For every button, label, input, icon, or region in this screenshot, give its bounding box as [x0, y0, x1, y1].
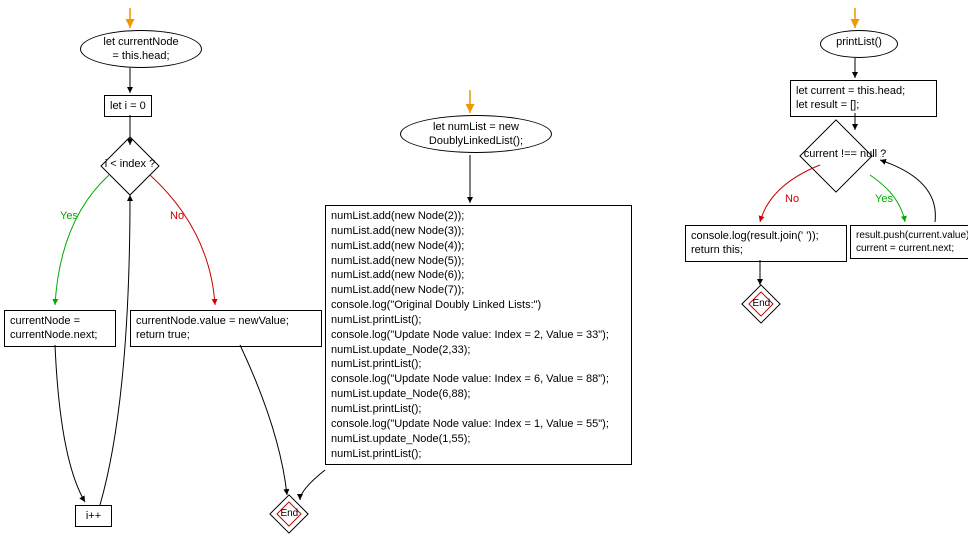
- flow3-fn: printList(): [820, 30, 898, 58]
- flow3-end: End: [741, 284, 781, 324]
- flow1-end: End: [269, 494, 309, 534]
- flow3-init: let current = this.head; let result = []…: [790, 80, 937, 117]
- flow3-no-branch: console.log(result.join(' ')); return th…: [685, 225, 847, 262]
- flow2-body: numList.add(new Node(2)); numList.add(ne…: [325, 205, 632, 465]
- flow2-init: let numList = new DoublyLinkedList();: [400, 115, 552, 153]
- flow1-start-node: let currentNode = this.head;: [80, 30, 202, 68]
- flow1-decision-text: i < index ?: [100, 158, 160, 170]
- flow1-setvalue: currentNode.value = newValue; return tru…: [130, 310, 322, 347]
- flow3-yes-label: Yes: [875, 193, 893, 205]
- flow1-inc: i++: [75, 505, 112, 527]
- flow3-decision-text: current !== null ?: [790, 148, 900, 160]
- flow3-yes-branch: result.push(current.value); current = cu…: [850, 225, 968, 259]
- flow1-yes-label: Yes: [60, 210, 78, 222]
- flow1-no-label: No: [170, 210, 184, 222]
- flow3-no-label: No: [785, 193, 799, 205]
- flow1-advance: currentNode = currentNode.next;: [4, 310, 116, 347]
- flow1-init-i: let i = 0: [104, 95, 152, 117]
